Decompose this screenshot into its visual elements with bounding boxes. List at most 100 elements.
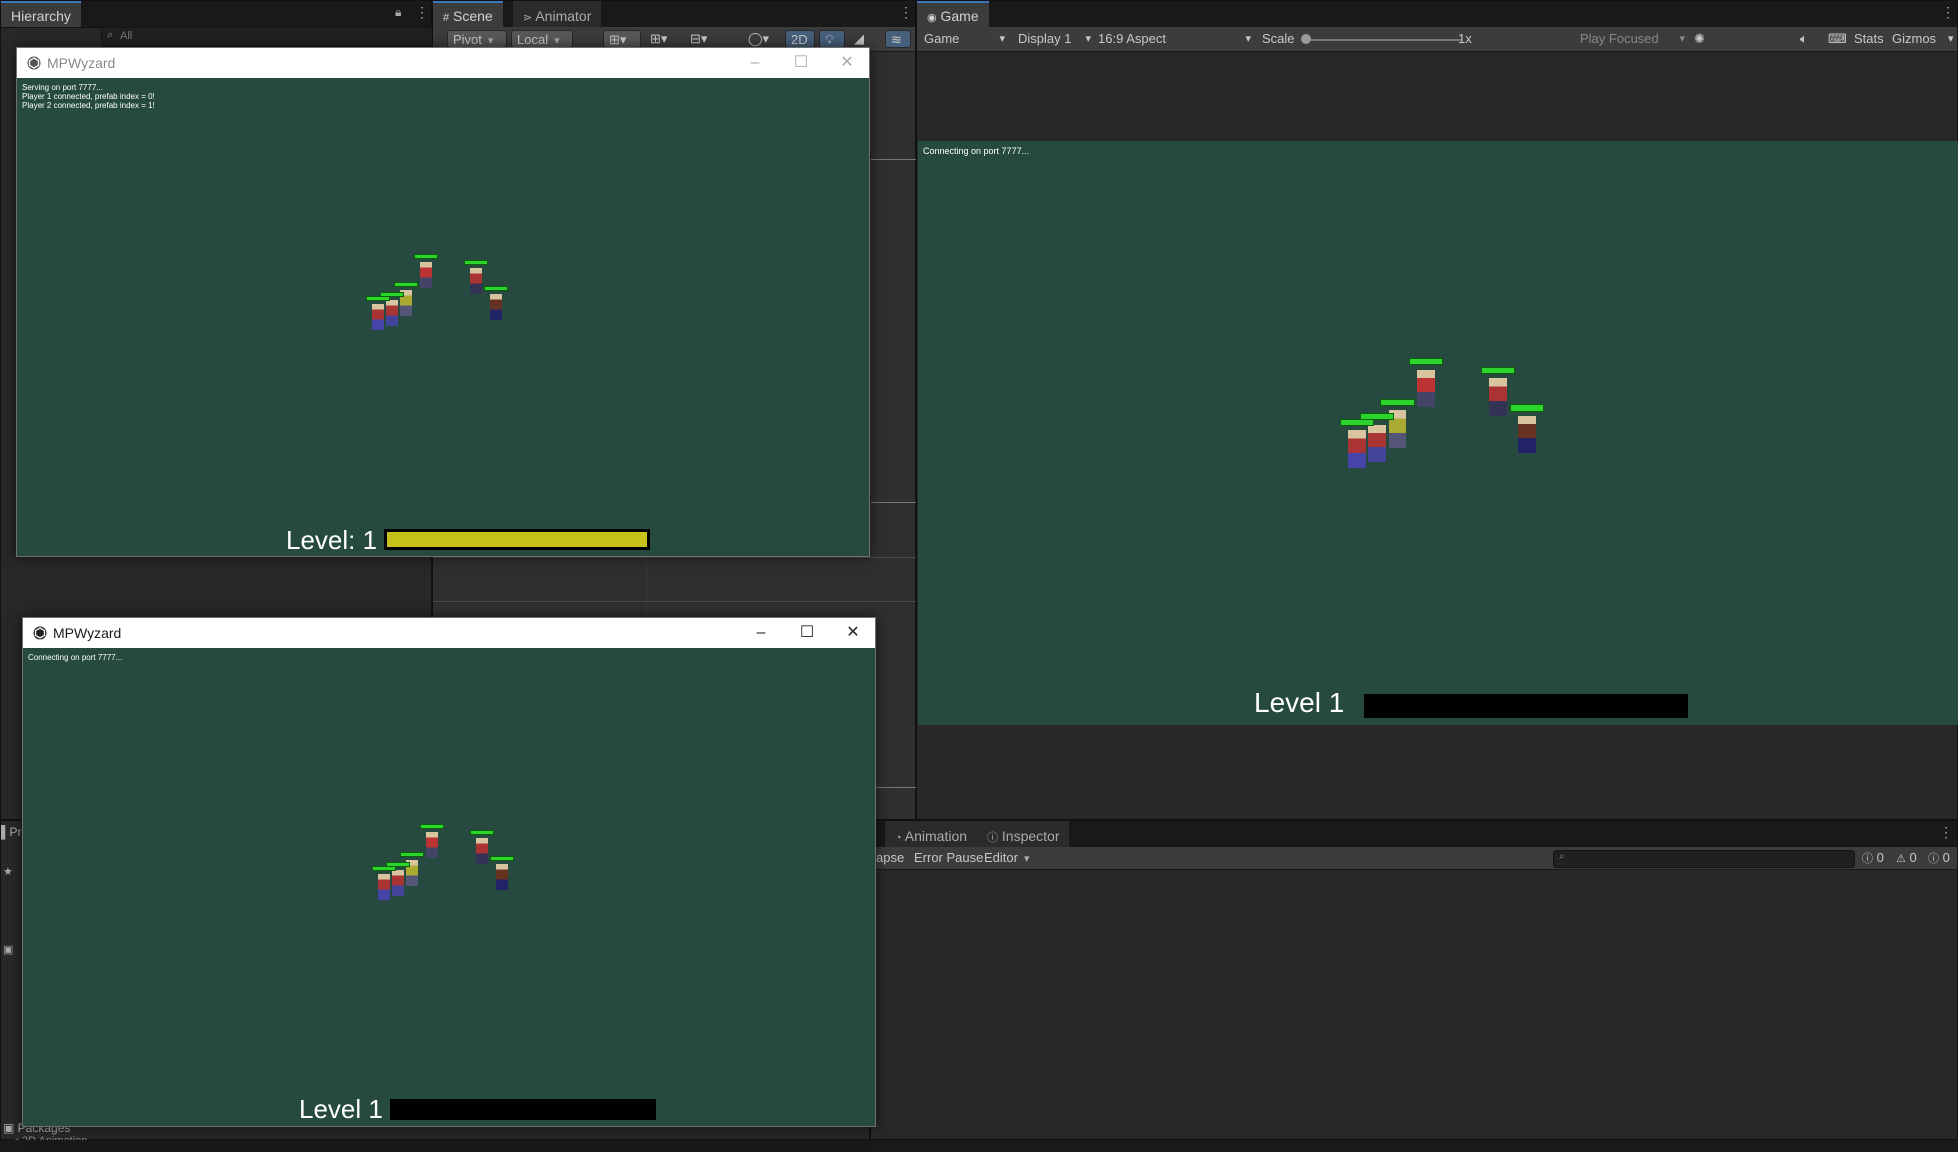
server-titlebar[interactable]: MPWyzard – ☐ ✕: [17, 48, 869, 78]
grid-snap-button[interactable]: ⊞▾: [603, 30, 641, 48]
server-game-view[interactable]: Serving on port 7777... Player 1 connect…: [17, 78, 869, 556]
display-dropdown[interactable]: Display 1 ▾: [1013, 30, 1093, 48]
health-bar: [484, 286, 508, 291]
effects-icon[interactable]: ≋: [885, 30, 911, 48]
xp-bar-fill: [387, 532, 647, 547]
window-title: MPWyzard: [47, 55, 116, 71]
mode-2d-toggle[interactable]: 2D: [785, 30, 815, 48]
increment-snap-button[interactable]: ⊟▾: [685, 30, 721, 48]
health-bar: [470, 830, 494, 835]
warning-icon: ⚠: [1896, 853, 1906, 865]
player-character: [1348, 430, 1366, 468]
kebab-menu-icon[interactable]: ⋮: [1941, 4, 1955, 21]
console-search[interactable]: ⌕: [1553, 850, 1855, 868]
lighting-icon[interactable]: 💡︎: [819, 30, 845, 48]
hierarchy-search-placeholder: All: [120, 30, 133, 42]
tab-game[interactable]: ◉ Game: [917, 1, 989, 27]
pivot-label: Pivot: [453, 32, 482, 47]
mute-audio-icon[interactable]: 🔈︎: [1795, 30, 1813, 48]
editor-dropdown[interactable]: Editor: [979, 849, 1035, 867]
client-titlebar[interactable]: MPWyzard – ☐ ✕: [23, 618, 875, 648]
tab-game-label: Game: [940, 8, 979, 24]
game-log: Connecting on port 7777...: [923, 146, 1029, 156]
stats-button[interactable]: Stats: [1849, 30, 1889, 48]
game-view[interactable]: Connecting on port 7777... Level 1: [918, 141, 1958, 725]
client-window[interactable]: MPWyzard – ☐ ✕ Connecting on port 7777..…: [22, 617, 876, 1127]
scale-slider-track[interactable]: [1301, 39, 1461, 41]
player-character: [392, 870, 404, 896]
kebab-menu-icon[interactable]: ⋮: [899, 4, 913, 21]
level-label: Level 1: [299, 1094, 383, 1124]
error-count-toggle[interactable]: ⓘ 0: [1923, 849, 1955, 867]
frame-debugger-icon[interactable]: ✺: [1689, 30, 1710, 48]
scene-axis-line: [871, 502, 917, 503]
shortcuts-icon[interactable]: ⌨︎: [1823, 30, 1852, 48]
console-tabbar: ◔ Animation ⓘ Inspector ⋮: [871, 821, 1957, 848]
log-line: Connecting on port 7777...: [923, 146, 1030, 156]
aspect-label: 16:9 Aspect: [1098, 31, 1166, 46]
collapse-button[interactable]: apse: [871, 849, 909, 867]
tab-inspector[interactable]: ⓘ Inspector: [977, 821, 1070, 847]
kebab-menu-icon[interactable]: ⋮: [415, 4, 429, 21]
client-log: Connecting on port 7777...: [28, 653, 122, 662]
game-scene: [372, 812, 560, 912]
scene-tabbar: # Scene ⋗ Animator ⋮: [433, 1, 915, 28]
search-icon: ⌕: [1559, 851, 1565, 862]
client-game-view[interactable]: Connecting on port 7777... Level 1: [23, 648, 875, 1126]
aspect-dropdown[interactable]: 16:9 Aspect ▾: [1093, 30, 1253, 48]
game-mode-dropdown[interactable]: Game ▾: [919, 30, 1007, 48]
grid-visibility-button[interactable]: ⊞▾: [645, 30, 679, 48]
minimize-button[interactable]: –: [733, 48, 777, 78]
chevron-down-icon: ▾: [999, 33, 1005, 45]
player-character: [386, 300, 398, 326]
chevron-down-icon: ▾: [1085, 33, 1091, 45]
player-character: [1368, 424, 1386, 462]
tab-hierarchy[interactable]: Hierarchy: [1, 1, 81, 27]
hierarchy-tabbar: Hierarchy 🔒︎ ⋮: [1, 1, 431, 28]
chevron-down-icon: ▾: [1245, 33, 1251, 45]
game-scene: [1339, 341, 1600, 471]
play-mode-dropdown[interactable]: Play Focused ▾: [1575, 30, 1687, 48]
tab-scene[interactable]: # Scene: [433, 1, 503, 27]
console-toolbar: apse Error Pause Editor ⌕ ⓘ 0 ⚠ 0 ⓘ 0: [871, 847, 1957, 870]
error-pause-button[interactable]: Error Pause: [909, 849, 988, 867]
maximize-button[interactable]: ☐: [779, 48, 823, 78]
server-window[interactable]: MPWyzard – ☐ ✕ Serving on port 7777... P…: [16, 47, 870, 557]
scene-icon: #: [443, 12, 450, 24]
close-button[interactable]: ✕: [825, 48, 869, 78]
info-count-toggle[interactable]: ⓘ 0: [1857, 849, 1889, 867]
shading-mode-button[interactable]: ◯▾: [743, 30, 779, 48]
pivot-dropdown[interactable]: Pivot: [447, 30, 507, 48]
log-line: Serving on port 7777...: [22, 83, 103, 92]
maximize-button[interactable]: ☐: [785, 618, 829, 648]
assets-folder-icon: ▣: [3, 944, 14, 956]
tab-animation[interactable]: ◔ Animation: [885, 821, 978, 847]
lock-icon[interactable]: 🔒︎: [395, 5, 401, 20]
close-button[interactable]: ✕: [831, 618, 875, 648]
scene-grid-line: [433, 557, 917, 558]
info-icon: ⓘ: [987, 832, 998, 844]
audio-toggle-icon[interactable]: ◢: [849, 30, 873, 48]
play-mode-label: Play Focused: [1580, 31, 1659, 46]
health-bar: [366, 296, 390, 301]
warning-count-toggle[interactable]: ⚠ 0: [1891, 849, 1922, 867]
scene-grid-line: [433, 601, 917, 602]
gizmos-button[interactable]: Gizmos: [1887, 30, 1941, 48]
search-icon: ⌕: [107, 29, 114, 41]
minimize-button[interactable]: –: [739, 618, 783, 648]
status-bar: [0, 1140, 1958, 1152]
console-panel: ◔ Animation ⓘ Inspector ⋮ apse Error Pau…: [870, 820, 1958, 1140]
mode-2d-label: 2D: [791, 32, 808, 47]
kebab-menu-icon[interactable]: ⋮: [1939, 824, 1953, 841]
unity-logo-icon: [27, 56, 41, 70]
chevron-down-icon[interactable]: ▾: [1943, 30, 1958, 48]
scale-slider-handle[interactable]: [1301, 34, 1311, 44]
display-label: Display 1: [1018, 31, 1072, 46]
level-label: Level 1: [1254, 687, 1345, 718]
scale-value: 1x: [1458, 31, 1472, 46]
hierarchy-search[interactable]: ⌕ All: [101, 27, 433, 47]
tab-animator[interactable]: ⋗ Animator: [513, 1, 602, 27]
local-dropdown[interactable]: Local: [511, 30, 573, 48]
xp-bar: [384, 529, 650, 550]
unity-logo-icon: [33, 626, 47, 640]
